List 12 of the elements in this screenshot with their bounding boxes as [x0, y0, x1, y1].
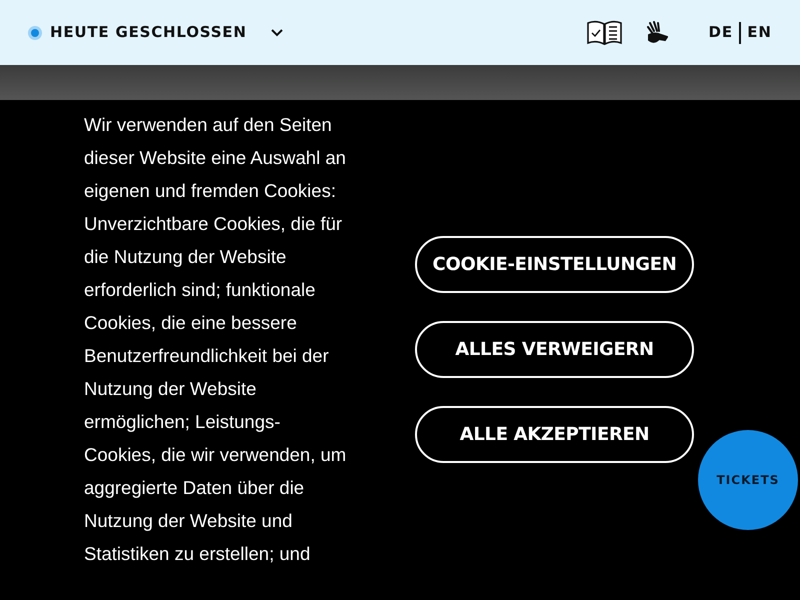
language-link[interactable]: DE	[708, 21, 734, 44]
cookie-button[interactable]: COOKIE-EINSTELLUNGEN	[415, 236, 694, 293]
tickets-button[interactable]: TICKETS	[698, 430, 798, 530]
chevron-down-icon[interactable]	[270, 28, 283, 36]
cookie-notice-text: Wir verwenden auf den Seiten dieser Website eine Auswahl an eigenen und fremden Cookies: Unverzichtbare Cookies, die für die Nutzung der Website erforderlich sind; funktionale Cookies, die eine bessere Benutzerfreundlichkeit bei der Nutzung der Website ermöglichen; Leistungs- Cookies, die wir verwenden, um aggregierte Daten über die Nutzung der Website und Statistiken zu erstellen; und	[84, 113, 348, 566]
book-icon[interactable]	[587, 20, 622, 45]
cookie-button[interactable]: ALLE AKZEPTIEREN	[415, 406, 694, 463]
language-link[interactable]: EN	[747, 21, 772, 44]
cookie-button[interactable]: ALLES VERWEIGERN	[415, 321, 694, 378]
hands-icon[interactable]	[646, 20, 668, 44]
status-dot-icon	[28, 26, 42, 40]
opening-status[interactable]: HEUTE GESCHLOSSEN	[50, 21, 247, 44]
